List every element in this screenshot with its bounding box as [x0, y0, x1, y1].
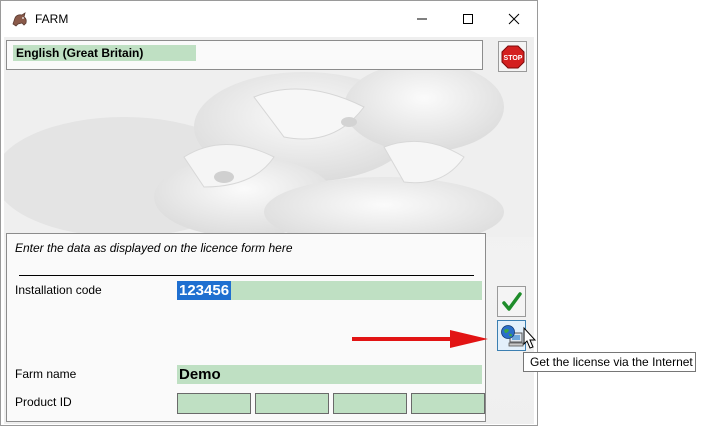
installation-code-label: Installation code	[15, 283, 102, 297]
product-id-field-2[interactable]	[255, 393, 329, 414]
language-field[interactable]: English (Great Britain)	[13, 45, 196, 61]
farm-name-field[interactable]: Demo	[177, 365, 482, 384]
checkmark-icon	[501, 291, 522, 311]
stop-icon: STOP	[501, 45, 524, 68]
minimize-icon	[417, 18, 427, 20]
stop-label: STOP	[503, 55, 522, 62]
product-id-label: Product ID	[15, 395, 72, 409]
pig-icon	[12, 12, 27, 27]
maximize-button[interactable]	[445, 1, 491, 37]
product-id-field-4[interactable]	[411, 393, 485, 414]
maximize-icon	[463, 14, 473, 24]
window-title: FARM	[35, 12, 69, 26]
farm-window: FARM English (Great Britain) STOP Enter …	[0, 0, 538, 426]
client-area: English (Great Britain) STOP Enter the d…	[4, 37, 534, 424]
title-bar: FARM	[1, 1, 537, 37]
form-hint: Enter the data as displayed on the licen…	[15, 241, 293, 255]
language-panel: English (Great Britain)	[6, 40, 483, 70]
close-button[interactable]	[491, 1, 537, 37]
installation-code-field[interactable]: 123456	[177, 281, 482, 300]
installation-code-value: 123456	[177, 281, 232, 300]
close-icon	[508, 13, 520, 25]
minimize-button[interactable]	[399, 1, 445, 37]
farm-name-label: Farm name	[15, 367, 77, 381]
product-id-field-1[interactable]	[177, 393, 251, 414]
stop-button[interactable]: STOP	[498, 41, 527, 72]
product-id-field-3[interactable]	[333, 393, 407, 414]
tooltip: Get the license via the Internet	[523, 352, 696, 372]
red-arrow-pointer	[352, 330, 488, 348]
separator-line	[19, 275, 474, 276]
confirm-button[interactable]	[497, 286, 526, 317]
